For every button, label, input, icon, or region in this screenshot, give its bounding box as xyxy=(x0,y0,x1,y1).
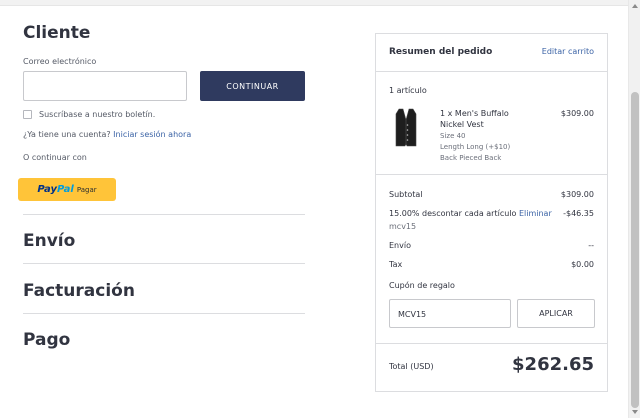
paypal-logo-pay: Pay xyxy=(37,184,57,195)
payment-heading[interactable]: Pago xyxy=(23,330,70,350)
subtotal-value: $309.00 xyxy=(560,190,594,199)
shipping-heading[interactable]: Envío xyxy=(23,231,75,251)
discount-label: 15.00% descontar cada artículo xyxy=(389,209,517,218)
item-length: Length Long (+$10) xyxy=(440,143,511,151)
billing-heading[interactable]: Facturación xyxy=(23,281,135,301)
continue-button[interactable]: CONTINUAR xyxy=(200,71,305,101)
paypal-logo: PayPal xyxy=(37,184,74,195)
vest-thumbnail xyxy=(395,108,417,147)
browser-top-strip xyxy=(0,0,628,6)
customer-heading: Cliente xyxy=(23,23,91,43)
paypal-logo-pal: Pal xyxy=(56,184,74,195)
summary-title: Resumen del pedido xyxy=(389,47,493,57)
scrollbar-thumb[interactable] xyxy=(631,92,639,408)
scroll-up-icon[interactable] xyxy=(632,4,638,8)
apply-coupon-button[interactable]: APLICAR xyxy=(517,299,595,328)
items-count: 1 artículo xyxy=(389,86,427,95)
discount-remove-link[interactable]: Eliminar xyxy=(519,209,552,218)
tax-value: $0.00 xyxy=(571,260,594,269)
account-prompt: ¿Ya tiene una cuenta? Iniciar sesión aho… xyxy=(23,130,191,139)
tax-label: Tax xyxy=(389,260,403,269)
order-summary: Resumen del pedido Editar carrito 1 artí… xyxy=(375,33,608,392)
total-label: Total (USD) xyxy=(389,362,434,371)
edit-cart-link[interactable]: Editar carrito xyxy=(542,47,594,56)
item-price: $309.00 xyxy=(560,109,594,118)
shipping-label: Envío xyxy=(389,241,411,250)
coupon-label: Cupón de regalo xyxy=(389,281,455,290)
login-link[interactable]: Iniciar sesión ahora xyxy=(113,130,191,139)
account-question: ¿Ya tiene una cuenta? xyxy=(23,130,111,139)
item-back: Back Pieced Back xyxy=(440,154,502,162)
item-title: 1 x Men's Buffalo Nickel Vest xyxy=(440,109,509,129)
discount-line: 15.00% descontar cada artículo Eliminar xyxy=(389,209,552,218)
summary-divider xyxy=(376,174,607,175)
email-label: Correo electrónico xyxy=(23,57,97,66)
email-field[interactable] xyxy=(23,71,187,101)
newsletter-checkbox[interactable] xyxy=(23,110,32,119)
paypal-button[interactable]: PayPal Pagar xyxy=(18,178,116,201)
section-divider xyxy=(23,214,305,215)
paypal-label: Pagar xyxy=(76,185,97,194)
item-size: Size 40 xyxy=(440,132,466,140)
newsletter-label: Suscríbase a nuestro boletín. xyxy=(39,110,156,119)
or-continue-label: O continuar con xyxy=(23,153,87,162)
scroll-down-icon[interactable] xyxy=(632,410,638,414)
summary-header: Resumen del pedido Editar carrito xyxy=(376,34,607,72)
page-scrollbar[interactable] xyxy=(628,0,640,418)
total-value: $262.65 xyxy=(512,354,594,375)
section-divider xyxy=(23,313,305,314)
discount-value: -$46.35 xyxy=(563,209,594,218)
subtotal-label: Subtotal xyxy=(389,190,423,199)
discount-code: mcv15 xyxy=(389,222,417,231)
summary-divider xyxy=(376,343,607,344)
section-divider xyxy=(23,263,305,264)
coupon-field[interactable]: MCV15 xyxy=(389,299,511,328)
shipping-value: -- xyxy=(588,241,594,250)
